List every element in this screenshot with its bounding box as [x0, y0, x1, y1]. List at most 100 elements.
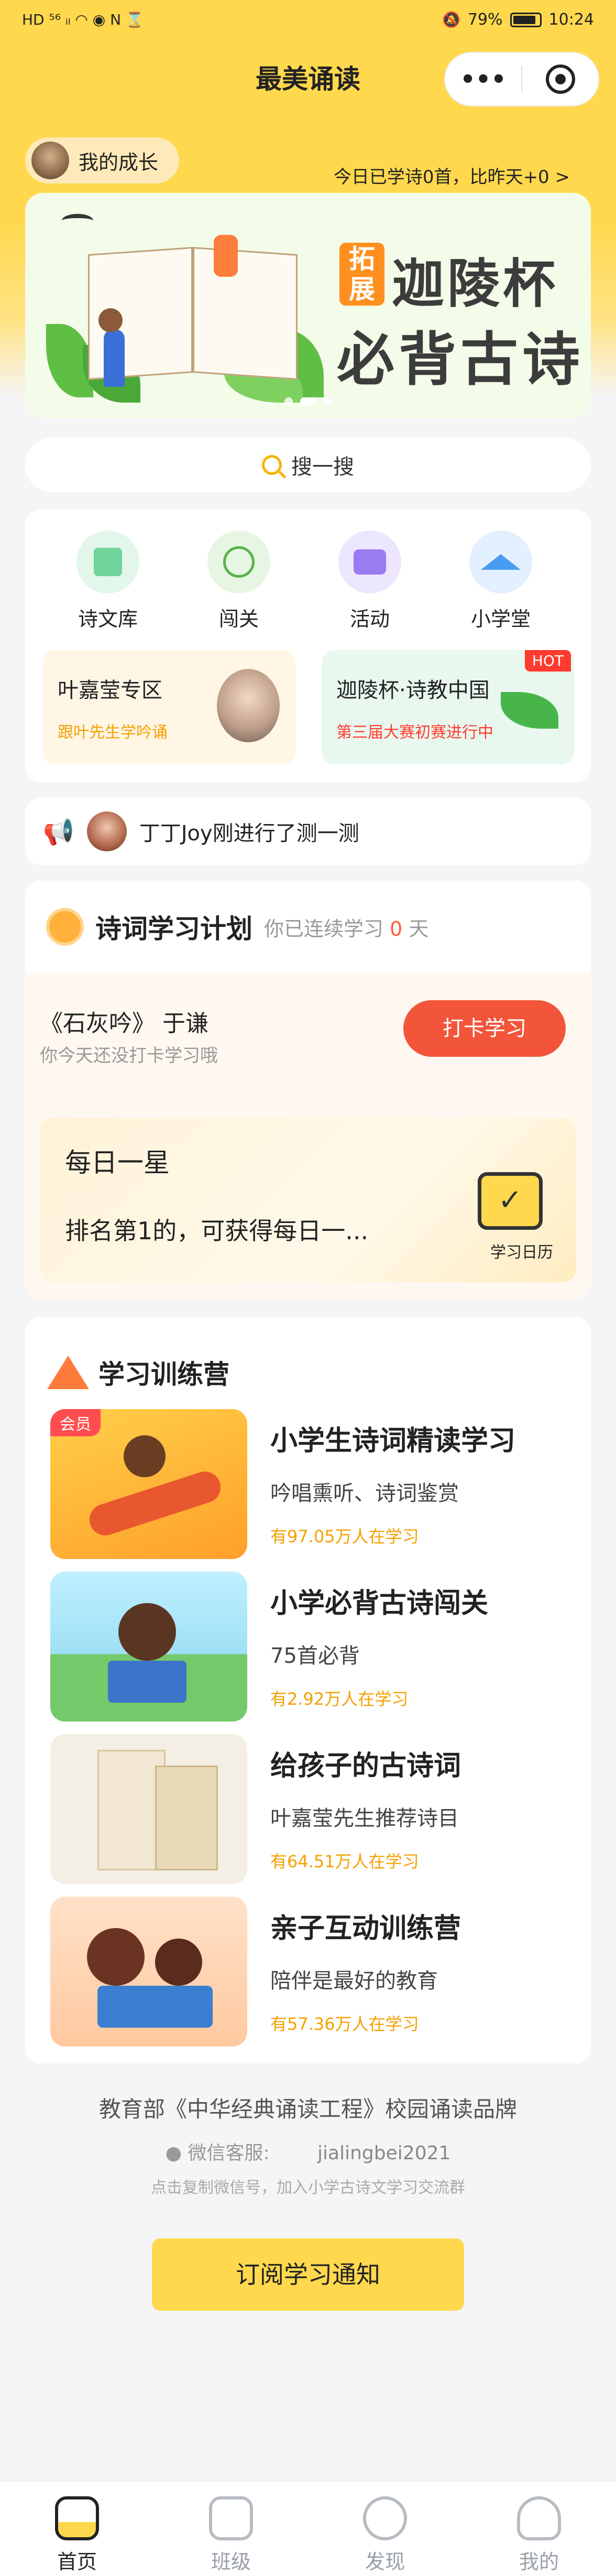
- carousel-dot[interactable]: [284, 397, 293, 406]
- status-right: 🔕 79% 10:24: [442, 10, 594, 29]
- nav-label: 闯关: [218, 608, 259, 631]
- profile-icon: [517, 2496, 561, 2540]
- bottom-tab-bar: 首页 班级 发现 我的: [0, 2481, 616, 2576]
- nav-label: 诗文库: [78, 608, 138, 631]
- tab-label: 发现: [365, 2550, 405, 2573]
- daily-star-desc: 排名第1的，可获得每日一...: [65, 1217, 369, 1245]
- course-item[interactable]: 会员 小学生诗词精读学习 吟唱熏听、诗词鉴赏 有97.05万人在学习: [50, 1409, 574, 1559]
- daily-star-title: 每日一星: [65, 1148, 170, 1178]
- banner-carousel[interactable]: 拓展 迦陵杯 必背古诗: [25, 193, 591, 418]
- nav-item-classroom[interactable]: 小学堂: [448, 531, 553, 632]
- course-thumbnail: [50, 1734, 247, 1884]
- tab-discover[interactable]: 发现: [308, 2482, 462, 2576]
- plan-body: 《石灰吟》 于谦 你今天还没打卡学习哦 打卡学习 每日一星 排名第1的，可获得每…: [25, 973, 591, 1300]
- status-bar: HD ⁵⁶ ᵢₗ ◠ ◉ N ⌛ 🔕 79% 10:24: [0, 0, 616, 39]
- course-item[interactable]: 给孩子的古诗词 叶嘉莹先生推荐诗目 有64.51万人在学习: [50, 1734, 574, 1884]
- promo-ye-jiaying[interactable]: 叶嘉莹专区 跟叶先生学吟诵: [43, 650, 295, 764]
- search-bar[interactable]: 搜一搜: [25, 438, 591, 492]
- today-poem[interactable]: 《石灰吟》 于谦: [40, 1004, 208, 1038]
- feature-grid-card: 诗文库 闯关 活动 小学堂 叶嘉莹专区 跟叶先生学吟诵 HOT 迦陵杯·诗教中国…: [25, 510, 591, 782]
- child-illustration: [124, 1435, 166, 1477]
- boy-head: [98, 308, 123, 332]
- boy-figure: [104, 329, 125, 387]
- tab-label: 我的: [519, 2550, 559, 2573]
- tab-mine[interactable]: 我的: [462, 2482, 616, 2576]
- battery-percent: 79%: [467, 10, 503, 29]
- pencil-illustration: [85, 1467, 225, 1540]
- hot-badge: HOT: [524, 650, 571, 672]
- tab-home[interactable]: 首页: [0, 2482, 154, 2576]
- avatar: [31, 142, 69, 179]
- target-icon: [545, 64, 575, 94]
- camp-header: 学习训练营: [47, 1354, 229, 1391]
- home-icon: [55, 2496, 99, 2540]
- course-learners: 有57.36万人在学习: [270, 2014, 419, 2034]
- calendar-check-icon[interactable]: [478, 1172, 543, 1230]
- streak-days: 0: [390, 917, 403, 940]
- nav-item-activity[interactable]: 活动: [317, 531, 422, 632]
- daily-star-card[interactable]: 每日一星 排名第1的，可获得每日一... 学习日历: [40, 1118, 576, 1282]
- growth-label: 我的成长: [79, 150, 159, 174]
- nav-item-challenge[interactable]: 闯关: [186, 531, 291, 632]
- close-mini-program-button[interactable]: [522, 53, 598, 105]
- challenge-icon: [207, 531, 270, 593]
- status-left: HD ⁵⁶ ᵢₗ ◠ ◉ N ⌛: [22, 11, 144, 28]
- my-growth-button[interactable]: 我的成长: [25, 137, 180, 183]
- promo-jialing-cup[interactable]: HOT 迦陵杯·诗教中国 第三届大赛初赛进行中: [322, 650, 574, 764]
- search-icon: [262, 455, 282, 475]
- camp-title: 学习训练营: [98, 1359, 229, 1390]
- checkin-button[interactable]: 打卡学习: [403, 1000, 566, 1057]
- child-illustration: [118, 1603, 176, 1661]
- class-icon: [209, 2496, 253, 2540]
- course-item[interactable]: 小学必背古诗闯关 75首必背 有2.92万人在学习: [50, 1572, 574, 1722]
- poetry-library-icon: [76, 531, 139, 593]
- course-subtitle: 吟唱熏听、诗词鉴赏: [270, 1481, 459, 1506]
- status-time: 10:24: [548, 10, 594, 29]
- copy-hint: 点击复制微信号，加入小学古诗文学习交流群: [151, 2179, 465, 2197]
- parent-illustration: [87, 1928, 145, 1986]
- service-id[interactable]: jialingbei2021: [317, 2142, 450, 2164]
- course-item[interactable]: 亲子互动训练营 陪伴是最好的教育 有57.36万人在学习: [50, 1897, 574, 2047]
- course-subtitle: 叶嘉莹先生推荐诗目: [270, 1806, 459, 1831]
- child-illustration: [155, 1939, 202, 1986]
- nav-label: 活动: [349, 608, 390, 631]
- nav-bar: 最美诵读 •••: [0, 50, 616, 109]
- tab-label: 首页: [57, 2550, 97, 2573]
- course-thumbnail: 会员: [50, 1409, 247, 1559]
- nav-item-poetry-library[interactable]: 诗文库: [56, 531, 160, 632]
- tab-class[interactable]: 班级: [154, 2482, 308, 2576]
- brand-footer-title: 教育部《中华经典诵读工程》校园诵读品牌: [98, 2096, 517, 2122]
- course-thumbnail: [50, 1897, 247, 2047]
- carousel-dot[interactable]: [323, 397, 332, 406]
- activity-icon: [338, 531, 401, 593]
- subscribe-button[interactable]: 订阅学习通知: [152, 2238, 464, 2311]
- signal-icons: HD ⁵⁶ ᵢₗ ◠ ◉ N ⌛: [22, 11, 144, 28]
- activity-text: 丁丁Joy刚进行了测一测: [139, 821, 359, 846]
- avatar: [86, 811, 127, 851]
- classroom-icon: [469, 531, 532, 593]
- mini-program-capsule: •••: [444, 52, 599, 106]
- more-menu-button[interactable]: •••: [445, 53, 521, 105]
- course-title: 亲子互动训练营: [270, 1913, 461, 1944]
- activity-ticker[interactable]: 📢 丁丁Joy刚进行了测一测: [25, 798, 591, 865]
- megaphone-icon: 📢: [43, 817, 74, 847]
- bird-icon: [62, 214, 93, 228]
- course-title: 给孩子的古诗词: [270, 1750, 461, 1782]
- course-learners: 有2.92万人在学习: [270, 1689, 409, 1709]
- book-illustration: [108, 1661, 186, 1703]
- service-label: 微信客服:: [188, 2142, 270, 2164]
- carousel-dot-active[interactable]: [300, 397, 316, 406]
- calendar-label[interactable]: 学习日历: [490, 1239, 553, 1262]
- course-subtitle: 陪伴是最好的教育: [270, 1969, 438, 1993]
- discover-icon: [363, 2496, 407, 2540]
- more-dots-icon: •••: [460, 65, 507, 93]
- book-illustration: [97, 1986, 213, 2028]
- nav-label: 小学堂: [470, 608, 531, 631]
- today-progress-link[interactable]: 今日已学诗0首，比昨天+0 >: [334, 163, 570, 188]
- wechat-service[interactable]: ● 微信客服: jialingbei2021: [0, 2138, 616, 2165]
- battery-icon: [510, 12, 542, 27]
- portrait-image: [217, 669, 280, 742]
- book-cover: [155, 1766, 218, 1870]
- tab-label: 班级: [211, 2550, 251, 2573]
- banner-title-2: 必背古诗: [337, 326, 584, 393]
